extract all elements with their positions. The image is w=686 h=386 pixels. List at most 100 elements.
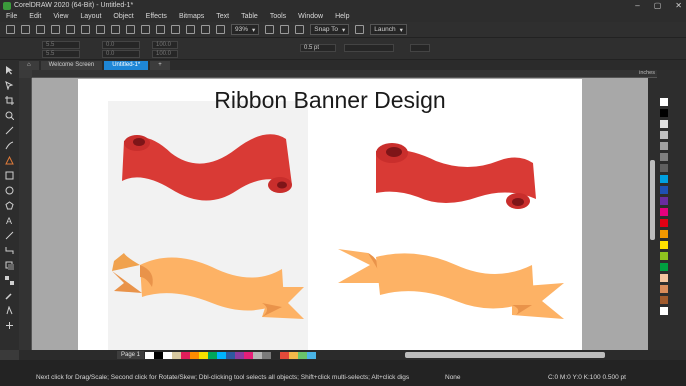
- menu-edit[interactable]: Edit: [29, 13, 41, 20]
- shape-tool-icon[interactable]: [5, 81, 14, 91]
- palette-swatch[interactable]: [660, 120, 668, 128]
- palette-swatch[interactable]: [660, 219, 668, 227]
- grid-icon[interactable]: [295, 25, 305, 34]
- palette-swatch[interactable]: [660, 252, 668, 260]
- palette-swatch[interactable]: [660, 164, 668, 172]
- crop-tool-icon[interactable]: [5, 96, 14, 105]
- document-palette-swatch[interactable]: [154, 352, 163, 359]
- line-style-selector[interactable]: [344, 44, 394, 52]
- rulers-icon[interactable]: [280, 25, 290, 34]
- outline-width-field[interactable]: 0.5 pt: [300, 44, 336, 52]
- vertical-ruler[interactable]: [19, 78, 32, 350]
- orange-ribbon-vector[interactable]: [336, 243, 566, 325]
- import-icon[interactable]: [186, 25, 195, 34]
- zoom-level-dropdown[interactable]: 93% ▾: [231, 24, 260, 35]
- menu-help[interactable]: Help: [335, 13, 349, 20]
- palette-swatch[interactable]: [660, 274, 668, 282]
- fill-status[interactable]: None: [445, 374, 461, 381]
- menu-table[interactable]: Table: [241, 13, 258, 20]
- tab-untitled-1[interactable]: Untitled-1*: [104, 61, 149, 70]
- redo-icon[interactable]: [156, 25, 165, 34]
- drawing-canvas[interactable]: Ribbon Banner Design: [32, 78, 657, 350]
- artistic-media-tool-icon[interactable]: [5, 141, 14, 150]
- document-palette-swatch[interactable]: [145, 352, 154, 359]
- freehand-tool-icon[interactable]: [5, 126, 14, 135]
- maximize-button[interactable]: ▢: [654, 0, 662, 11]
- document-palette-swatch[interactable]: [181, 352, 190, 359]
- cloud-upload-icon[interactable]: [51, 25, 60, 34]
- y-position-field[interactable]: 5.5: [42, 50, 80, 58]
- red-ribbon-reference[interactable]: [116, 131, 302, 203]
- palette-swatch[interactable]: [660, 263, 668, 271]
- horizontal-scroll-thumb[interactable]: [405, 352, 605, 358]
- document-palette-swatch[interactable]: [253, 352, 262, 359]
- cut-icon[interactable]: [96, 25, 105, 34]
- menu-file[interactable]: File: [6, 13, 17, 20]
- palette-swatch[interactable]: [660, 241, 668, 249]
- new-document-icon[interactable]: [6, 25, 15, 34]
- vertical-scrollbar[interactable]: [648, 78, 657, 350]
- palette-swatch[interactable]: [660, 208, 668, 216]
- palette-swatch[interactable]: [660, 175, 668, 183]
- document-palette-swatch[interactable]: [271, 352, 280, 359]
- palette-swatch[interactable]: [660, 153, 668, 161]
- paste-icon[interactable]: [126, 25, 135, 34]
- palette-swatch[interactable]: [660, 285, 668, 293]
- zoom-tool-icon[interactable]: [5, 111, 15, 121]
- drop-shadow-tool-icon[interactable]: [5, 261, 14, 270]
- palette-swatch[interactable]: [660, 296, 668, 304]
- menu-bitmaps[interactable]: Bitmaps: [179, 13, 204, 20]
- document-palette-swatch[interactable]: [208, 352, 217, 359]
- open-folder-icon[interactable]: [21, 25, 30, 34]
- orange-ribbon-reference[interactable]: [112, 247, 306, 327]
- document-palette-swatch[interactable]: [307, 352, 316, 359]
- height-field[interactable]: 0.0: [102, 50, 140, 58]
- width-field[interactable]: 0.0: [102, 41, 140, 49]
- polygon-tool-icon[interactable]: [5, 201, 14, 210]
- interactive-fill-tool-icon[interactable]: [5, 305, 14, 315]
- page-heading[interactable]: Ribbon Banner Design: [78, 87, 582, 114]
- eyedropper-tool-icon[interactable]: [5, 291, 14, 300]
- copy-icon[interactable]: [111, 25, 120, 34]
- x-position-field[interactable]: 5.5: [42, 41, 80, 49]
- smart-fill-tool-icon[interactable]: [5, 155, 14, 165]
- vertical-scroll-thumb[interactable]: [650, 160, 655, 240]
- document-palette-swatch[interactable]: [280, 352, 289, 359]
- menu-layout[interactable]: Layout: [80, 13, 101, 20]
- document-palette-swatch[interactable]: [262, 352, 271, 359]
- document-palette-swatch[interactable]: [298, 352, 307, 359]
- document-palette-swatch[interactable]: [235, 352, 244, 359]
- undo-icon[interactable]: [141, 25, 150, 34]
- pick-tool-icon[interactable]: [5, 66, 14, 75]
- document-palette-swatch[interactable]: [226, 352, 235, 359]
- search-icon[interactable]: [171, 25, 180, 34]
- palette-swatch[interactable]: [660, 197, 668, 205]
- menu-text[interactable]: Text: [216, 13, 229, 20]
- menu-object[interactable]: Object: [113, 13, 133, 20]
- document-page[interactable]: Ribbon Banner Design: [78, 79, 582, 350]
- document-palette-swatch[interactable]: [217, 352, 226, 359]
- parallel-dimension-tool-icon[interactable]: [5, 231, 14, 240]
- document-palette-swatch[interactable]: [190, 352, 199, 359]
- red-ribbon-vector[interactable]: [368, 139, 538, 211]
- new-tab-icon[interactable]: +: [150, 61, 170, 70]
- home-icon[interactable]: ⌂: [19, 61, 39, 70]
- horizontal-ruler[interactable]: inches: [32, 70, 657, 78]
- menu-window[interactable]: Window: [298, 13, 323, 20]
- palette-swatch[interactable]: [660, 109, 668, 117]
- palette-swatch[interactable]: [660, 142, 668, 150]
- close-button[interactable]: ✕: [675, 0, 682, 11]
- scale-x-field[interactable]: 100.0: [152, 41, 178, 49]
- palette-swatch[interactable]: [660, 230, 668, 238]
- transparency-tool-icon[interactable]: [5, 276, 14, 285]
- launch-dropdown[interactable]: Launch ▾: [370, 24, 407, 35]
- options-gear-icon[interactable]: [355, 25, 365, 34]
- palette-swatch[interactable]: [660, 307, 668, 315]
- document-palette-swatch[interactable]: [289, 352, 298, 359]
- rectangle-tool-icon[interactable]: [5, 171, 14, 180]
- publish-pdf-icon[interactable]: [216, 25, 225, 34]
- palette-swatch[interactable]: [660, 98, 668, 106]
- export-icon[interactable]: [201, 25, 210, 34]
- menu-effects[interactable]: Effects: [146, 13, 167, 20]
- page-tab-1[interactable]: Page 1: [117, 351, 145, 359]
